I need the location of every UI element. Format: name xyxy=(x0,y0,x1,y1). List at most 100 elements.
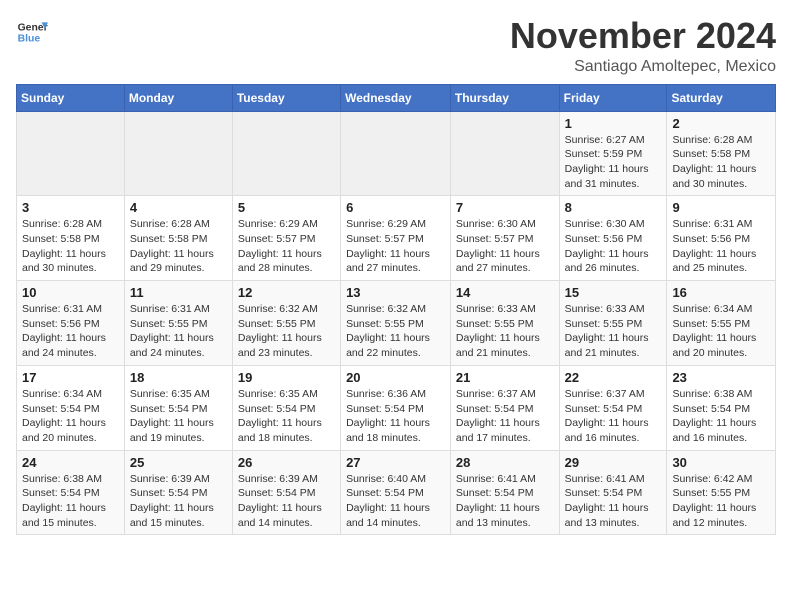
calendar-week-4: 17Sunrise: 6:34 AM Sunset: 5:54 PM Dayli… xyxy=(17,365,776,450)
day-number: 29 xyxy=(565,455,662,470)
day-info: Sunrise: 6:28 AM Sunset: 5:58 PM Dayligh… xyxy=(130,217,227,276)
calendar-cell: 5 Sunrise: 6:29 AM Sunset: 5:57 PM Daylig… xyxy=(232,196,340,281)
calendar-cell: 18 Sunrise: 6:35 AM Sunset: 5:54 PM Dayli… xyxy=(124,365,232,450)
day-number: 30 xyxy=(672,455,770,470)
day-header-tuesday: Tuesday xyxy=(232,84,340,111)
day-number: 3 xyxy=(22,200,119,215)
calendar-cell: 13 Sunrise: 6:32 AM Sunset: 5:55 PM Dayli… xyxy=(341,281,451,366)
day-number: 25 xyxy=(130,455,227,470)
calendar-cell: 19 Sunrise: 6:35 AM Sunset: 5:54 PM Dayli… xyxy=(232,365,340,450)
calendar-cell: 30 Sunrise: 6:42 AM Sunset: 5:55 PM Dayli… xyxy=(667,450,776,535)
calendar-cell: 3 Sunrise: 6:28 AM Sunset: 5:58 PM Daylig… xyxy=(17,196,125,281)
day-header-sunday: Sunday xyxy=(17,84,125,111)
calendar-cell: 2Sunrise: 6:28 AM Sunset: 5:58 PM Daylig… xyxy=(667,111,776,196)
day-info: Sunrise: 6:30 AM Sunset: 5:56 PM Dayligh… xyxy=(565,217,662,276)
calendar-cell: 9Sunrise: 6:31 AM Sunset: 5:56 PM Daylig… xyxy=(667,196,776,281)
calendar-cell: 8 Sunrise: 6:30 AM Sunset: 5:56 PM Daylig… xyxy=(559,196,667,281)
calendar-cell: 11Sunrise: 6:31 AM Sunset: 5:55 PM Dayli… xyxy=(124,281,232,366)
day-number: 10 xyxy=(22,285,119,300)
title-block: November 2024 Santiago Amoltepec, Mexico xyxy=(510,16,776,76)
day-header-thursday: Thursday xyxy=(450,84,559,111)
calendar-cell: 14Sunrise: 6:33 AM Sunset: 5:55 PM Dayli… xyxy=(450,281,559,366)
location-title: Santiago Amoltepec, Mexico xyxy=(510,58,776,76)
day-number: 26 xyxy=(238,455,335,470)
day-number: 19 xyxy=(238,370,335,385)
day-number: 16 xyxy=(672,285,770,300)
day-number: 13 xyxy=(346,285,445,300)
day-info: Sunrise: 6:32 AM Sunset: 5:55 PM Dayligh… xyxy=(238,302,335,361)
day-header-saturday: Saturday xyxy=(667,84,776,111)
day-info: Sunrise: 6:38 AM Sunset: 5:54 PM Dayligh… xyxy=(672,387,770,446)
day-info: Sunrise: 6:42 AM Sunset: 5:55 PM Dayligh… xyxy=(672,472,770,531)
calendar-cell: 7 Sunrise: 6:30 AM Sunset: 5:57 PM Daylig… xyxy=(450,196,559,281)
day-number: 18 xyxy=(130,370,227,385)
svg-text:Blue: Blue xyxy=(18,34,41,45)
calendar-cell: 22Sunrise: 6:37 AM Sunset: 5:54 PM Dayli… xyxy=(559,365,667,450)
logo-icon: General Blue xyxy=(16,16,48,48)
calendar-week-2: 3 Sunrise: 6:28 AM Sunset: 5:58 PM Daylig… xyxy=(17,196,776,281)
day-number: 9 xyxy=(672,200,770,215)
logo: General Blue xyxy=(16,16,48,48)
day-number: 4 xyxy=(130,200,227,215)
day-number: 24 xyxy=(22,455,119,470)
calendar-cell xyxy=(232,111,340,196)
calendar-week-3: 10Sunrise: 6:31 AM Sunset: 5:56 PM Dayli… xyxy=(17,281,776,366)
day-info: Sunrise: 6:37 AM Sunset: 5:54 PM Dayligh… xyxy=(565,387,662,446)
calendar-cell xyxy=(17,111,125,196)
day-number: 28 xyxy=(456,455,554,470)
calendar-table: SundayMondayTuesdayWednesdayThursdayFrid… xyxy=(16,84,776,536)
month-title: November 2024 xyxy=(510,16,776,56)
day-number: 5 xyxy=(238,200,335,215)
day-info: Sunrise: 6:34 AM Sunset: 5:54 PM Dayligh… xyxy=(22,387,119,446)
day-header-monday: Monday xyxy=(124,84,232,111)
calendar-cell: 15 Sunrise: 6:33 AM Sunset: 5:55 PM Dayli… xyxy=(559,281,667,366)
day-info: Sunrise: 6:40 AM Sunset: 5:54 PM Dayligh… xyxy=(346,472,445,531)
calendar-cell: 20Sunrise: 6:36 AM Sunset: 5:54 PM Dayli… xyxy=(341,365,451,450)
calendar-cell xyxy=(341,111,451,196)
page-header: General Blue November 2024 Santiago Amol… xyxy=(16,16,776,76)
day-info: Sunrise: 6:28 AM Sunset: 5:58 PM Dayligh… xyxy=(22,217,119,276)
calendar-cell: 27Sunrise: 6:40 AM Sunset: 5:54 PM Dayli… xyxy=(341,450,451,535)
day-info: Sunrise: 6:41 AM Sunset: 5:54 PM Dayligh… xyxy=(456,472,554,531)
calendar-cell: 21Sunrise: 6:37 AM Sunset: 5:54 PM Dayli… xyxy=(450,365,559,450)
calendar-cell: 6 Sunrise: 6:29 AM Sunset: 5:57 PM Daylig… xyxy=(341,196,451,281)
calendar-cell: 23Sunrise: 6:38 AM Sunset: 5:54 PM Dayli… xyxy=(667,365,776,450)
day-number: 6 xyxy=(346,200,445,215)
day-number: 8 xyxy=(565,200,662,215)
day-number: 21 xyxy=(456,370,554,385)
calendar-cell: 25 Sunrise: 6:39 AM Sunset: 5:54 PM Dayli… xyxy=(124,450,232,535)
calendar-cell: 4 Sunrise: 6:28 AM Sunset: 5:58 PM Daylig… xyxy=(124,196,232,281)
calendar-cell: 1 Sunrise: 6:27 AM Sunset: 5:59 PM Daylig… xyxy=(559,111,667,196)
day-info: Sunrise: 6:35 AM Sunset: 5:54 PM Dayligh… xyxy=(130,387,227,446)
day-header-wednesday: Wednesday xyxy=(341,84,451,111)
day-info: Sunrise: 6:38 AM Sunset: 5:54 PM Dayligh… xyxy=(22,472,119,531)
calendar-cell xyxy=(450,111,559,196)
calendar-week-5: 24 Sunrise: 6:38 AM Sunset: 5:54 PM Dayli… xyxy=(17,450,776,535)
calendar-week-1: 1 Sunrise: 6:27 AM Sunset: 5:59 PM Daylig… xyxy=(17,111,776,196)
day-number: 15 xyxy=(565,285,662,300)
day-info: Sunrise: 6:33 AM Sunset: 5:55 PM Dayligh… xyxy=(565,302,662,361)
day-info: Sunrise: 6:27 AM Sunset: 5:59 PM Dayligh… xyxy=(565,133,662,192)
day-number: 14 xyxy=(456,285,554,300)
day-number: 11 xyxy=(130,285,227,300)
day-info: Sunrise: 6:39 AM Sunset: 5:54 PM Dayligh… xyxy=(130,472,227,531)
day-number: 20 xyxy=(346,370,445,385)
calendar-cell: 29Sunrise: 6:41 AM Sunset: 5:54 PM Dayli… xyxy=(559,450,667,535)
calendar-cell: 17Sunrise: 6:34 AM Sunset: 5:54 PM Dayli… xyxy=(17,365,125,450)
day-info: Sunrise: 6:29 AM Sunset: 5:57 PM Dayligh… xyxy=(238,217,335,276)
calendar-cell: 28 Sunrise: 6:41 AM Sunset: 5:54 PM Dayli… xyxy=(450,450,559,535)
day-info: Sunrise: 6:30 AM Sunset: 5:57 PM Dayligh… xyxy=(456,217,554,276)
day-number: 1 xyxy=(565,116,662,131)
calendar-cell: 24 Sunrise: 6:38 AM Sunset: 5:54 PM Dayli… xyxy=(17,450,125,535)
calendar-cell: 10Sunrise: 6:31 AM Sunset: 5:56 PM Dayli… xyxy=(17,281,125,366)
day-info: Sunrise: 6:28 AM Sunset: 5:58 PM Dayligh… xyxy=(672,133,770,192)
calendar-cell: 26Sunrise: 6:39 AM Sunset: 5:54 PM Dayli… xyxy=(232,450,340,535)
day-header-friday: Friday xyxy=(559,84,667,111)
calendar-cell xyxy=(124,111,232,196)
day-number: 12 xyxy=(238,285,335,300)
day-info: Sunrise: 6:35 AM Sunset: 5:54 PM Dayligh… xyxy=(238,387,335,446)
day-info: Sunrise: 6:29 AM Sunset: 5:57 PM Dayligh… xyxy=(346,217,445,276)
calendar-cell: 16Sunrise: 6:34 AM Sunset: 5:55 PM Dayli… xyxy=(667,281,776,366)
day-info: Sunrise: 6:32 AM Sunset: 5:55 PM Dayligh… xyxy=(346,302,445,361)
day-number: 7 xyxy=(456,200,554,215)
